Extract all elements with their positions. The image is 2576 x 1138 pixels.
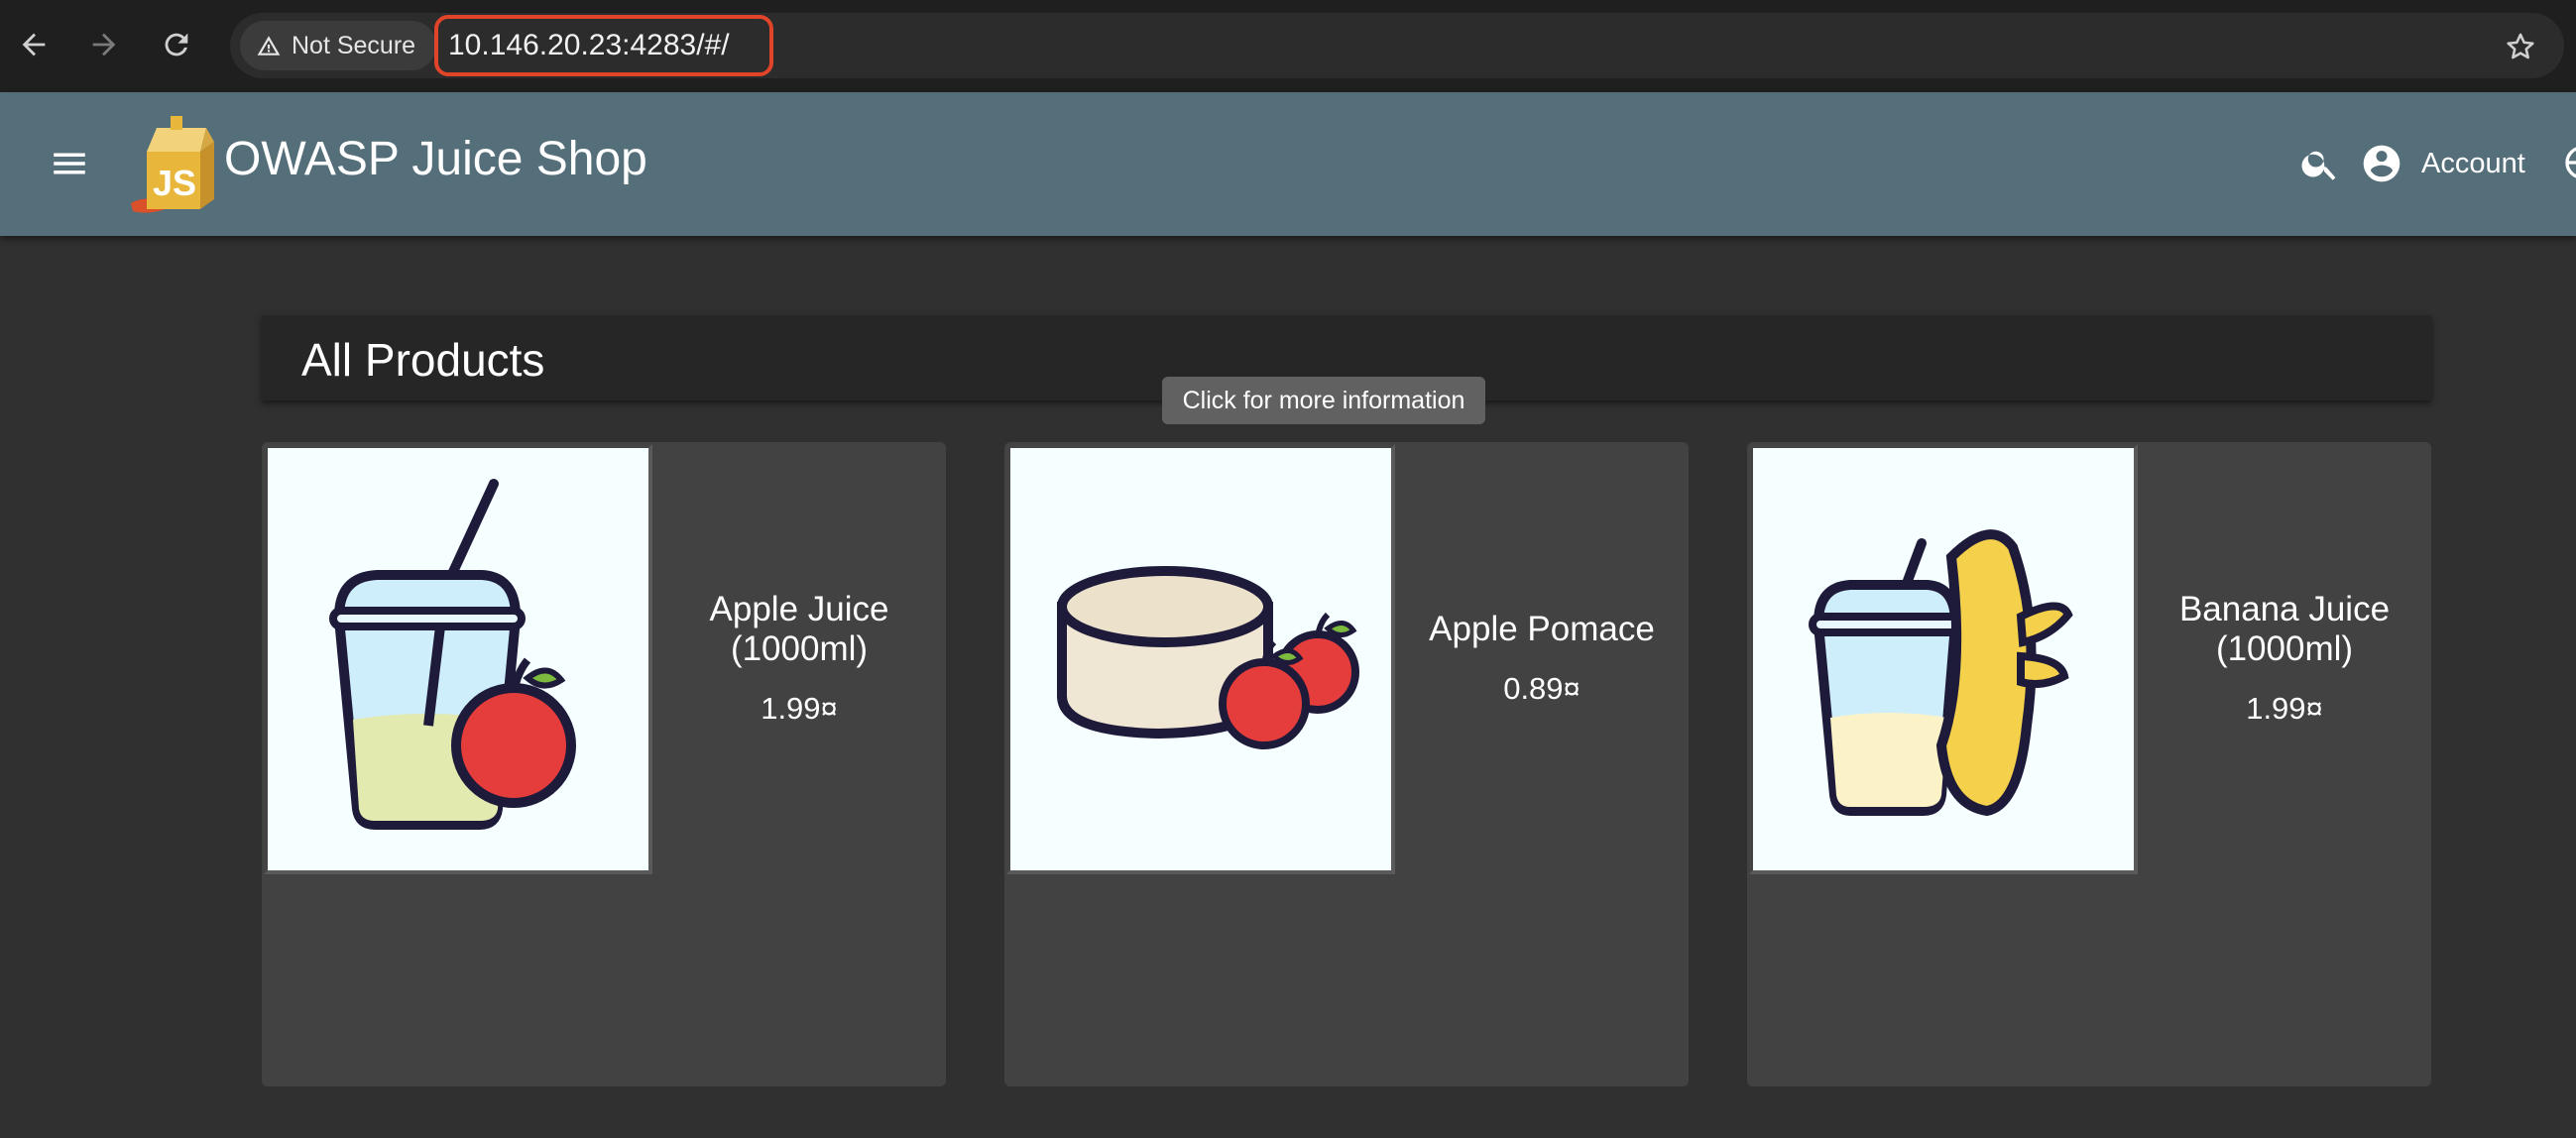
- back-arrow-icon: [22, 33, 46, 57]
- security-chip[interactable]: Not Secure: [240, 21, 436, 70]
- app-title[interactable]: OWASP Juice Shop: [224, 132, 647, 186]
- forward-arrow-icon: [92, 33, 116, 57]
- app-toolbar: JS OWASP Juice Shop Account: [0, 92, 2576, 236]
- url-text: 10.146.20.23:4283/#/: [448, 29, 730, 61]
- apple-pomace-icon: [1057, 566, 1359, 749]
- product-name: Apple Pomace: [1429, 610, 1655, 648]
- product-card-apple-juice[interactable]: Apple Juice (1000ml) 1.99¤: [262, 442, 946, 1086]
- search-button[interactable]: [2294, 138, 2346, 189]
- account-circle-icon: [2363, 145, 2400, 182]
- back-button[interactable]: [11, 22, 57, 67]
- search-icon: [2301, 151, 2336, 180]
- product-info: Banana Juice (1000ml) 1.99¤: [2138, 442, 2431, 874]
- tooltip-text: Click for more information: [1182, 386, 1465, 414]
- sidenav-menu-button[interactable]: [44, 138, 95, 189]
- product-image[interactable]: [1749, 444, 2138, 874]
- url-field[interactable]: 10.146.20.23:4283/#/: [434, 15, 773, 76]
- product-price: 1.99¤: [761, 691, 838, 726]
- reload-button[interactable]: [154, 22, 199, 67]
- apple-juice-icon: [329, 479, 576, 830]
- product-info: Apple Juice (1000ml) 1.99¤: [652, 442, 946, 874]
- juice-shop-logo[interactable]: JS: [127, 112, 226, 217]
- warning-icon: [257, 36, 281, 56]
- bookmark-button[interactable]: [2499, 25, 2542, 68]
- svg-text:JS: JS: [153, 163, 196, 203]
- forward-button[interactable]: [81, 22, 127, 67]
- tooltip: Click for more information: [1162, 377, 1485, 424]
- product-name: Apple Juice (1000ml): [709, 590, 889, 668]
- menu-icon: [54, 153, 85, 174]
- product-image[interactable]: [264, 444, 652, 874]
- product-info: Apple Pomace 0.89¤: [1395, 442, 1689, 874]
- product-price: 0.89¤: [1503, 671, 1581, 706]
- product-image[interactable]: [1006, 444, 1395, 874]
- browser-chrome: Not Secure 10.146.20.23:4283/#/: [0, 0, 2576, 92]
- banana-juice-icon: [1809, 529, 2073, 817]
- product-price: 1.99¤: [2246, 691, 2323, 726]
- security-label: Not Secure: [292, 31, 416, 59]
- account-button[interactable]: Account: [2360, 132, 2525, 195]
- product-card-apple-pomace[interactable]: Apple Pomace 0.89¤: [1004, 442, 1689, 1086]
- product-name: Banana Juice (1000ml): [2178, 590, 2391, 668]
- product-card-banana-juice[interactable]: Banana Juice (1000ml) 1.99¤: [1747, 442, 2431, 1086]
- page-title: All Products: [301, 334, 545, 386]
- address-bar[interactable]: Not Secure 10.146.20.23:4283/#/: [230, 13, 2564, 78]
- reload-icon: [165, 33, 188, 57]
- account-label: Account: [2421, 147, 2525, 179]
- star-icon: [2507, 33, 2534, 59]
- language-icon[interactable]: [2562, 143, 2576, 182]
